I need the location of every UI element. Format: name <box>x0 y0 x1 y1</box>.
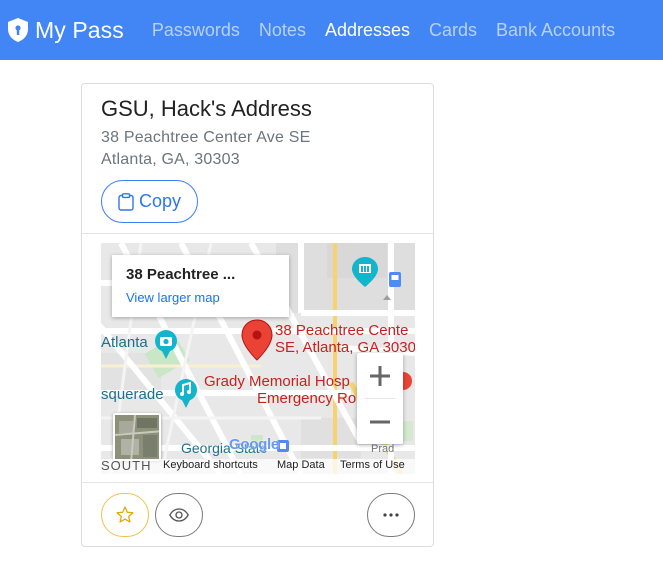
terms-of-use-link[interactable]: Terms of Use <box>340 459 405 471</box>
map-label-prado: Prad <box>371 443 395 455</box>
star-icon <box>116 506 134 523</box>
clipboard-icon <box>118 192 134 211</box>
keyboard-shortcuts-link[interactable]: Keyboard shortcuts <box>163 459 258 471</box>
address-card: GSU, Hack's Address 38 Peachtree Center … <box>81 83 434 547</box>
view-button[interactable] <box>155 493 203 537</box>
google-logo: Google <box>229 436 279 453</box>
map-info-window: 38 Peachtree ... View larger map <box>112 255 289 317</box>
map-label-atlanta: Atlanta <box>101 334 148 351</box>
view-larger-map-link[interactable]: View larger map <box>126 290 220 305</box>
more-options-button[interactable] <box>367 493 415 537</box>
map-label-grady-1: Grady Memorial Hosp <box>204 373 350 390</box>
map-label-south: SOUTH <box>101 458 152 473</box>
address-street: 38 Peachtree Center Ave SE <box>101 129 311 146</box>
nav-addresses[interactable]: Addresses <box>325 20 410 41</box>
minus-icon <box>370 420 390 423</box>
address-title: GSU, Hack's Address <box>101 96 312 121</box>
shield-icon <box>8 18 28 42</box>
nav-bank-accounts[interactable]: Bank Accounts <box>496 20 615 41</box>
brand-link[interactable]: My Pass <box>8 17 124 44</box>
copy-button[interactable]: Copy <box>101 180 198 223</box>
zoom-in-button[interactable] <box>357 353 403 398</box>
favorite-button[interactable] <box>101 493 149 537</box>
nav-notes[interactable]: Notes <box>259 20 306 41</box>
embedded-map[interactable]: 38 Peachtree ... View larger map 38 Peac… <box>101 243 415 474</box>
card-divider-bottom <box>82 482 433 483</box>
more-horizontal-icon <box>383 513 399 517</box>
zoom-out-button[interactable] <box>357 399 403 444</box>
nav-passwords[interactable]: Passwords <box>152 20 240 41</box>
card-divider-top <box>82 233 433 234</box>
nav-cards[interactable]: Cards <box>429 20 477 41</box>
map-label-grady-2: Emergency Ro <box>257 390 357 407</box>
brand-name: My Pass <box>35 16 124 43</box>
address-city-line: Atlanta, GA, 30303 <box>101 151 240 168</box>
map-info-title: 38 Peachtree ... <box>126 266 236 283</box>
transit-icon <box>389 272 401 287</box>
map-label-masquerade: squerade <box>101 386 164 403</box>
marker-label-line1: 38 Peachtree Cente <box>275 322 409 339</box>
map-zoom-controls <box>357 353 403 444</box>
main-nav: Passwords Notes Addresses Cards Bank Acc… <box>152 20 634 41</box>
top-navbar: My Pass Passwords Notes Addresses Cards … <box>0 0 663 60</box>
satellite-toggle[interactable] <box>113 413 161 461</box>
eye-icon <box>169 508 189 522</box>
copy-button-label: Copy <box>138 191 182 211</box>
satellite-thumbnail <box>115 415 159 459</box>
map-data-link[interactable]: Map Data <box>277 459 325 471</box>
plus-icon <box>370 365 390 386</box>
